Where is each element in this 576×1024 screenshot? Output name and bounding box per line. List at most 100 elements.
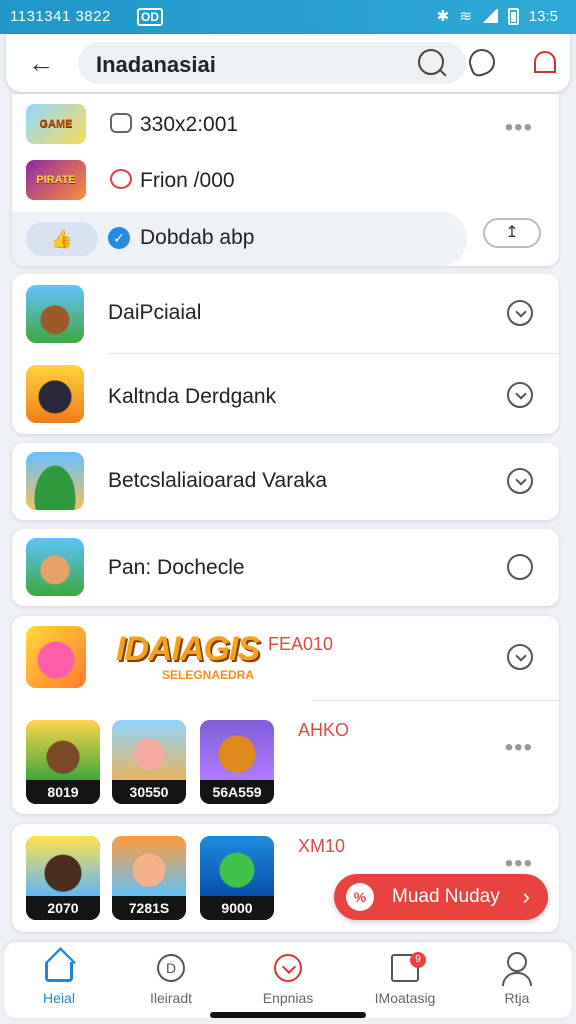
game-tile[interactable]: 9000 (200, 836, 274, 920)
chevron-right-icon: › (522, 884, 530, 909)
user-icon-body (502, 972, 532, 986)
radio-circle-icon[interactable] (507, 554, 533, 580)
cta-label: Muad Nuday (392, 886, 500, 907)
thumbs-up-button[interactable]: 👍 (26, 222, 98, 256)
check-icon: ✓ (108, 227, 130, 249)
status-clock: 13:5 (528, 7, 558, 25)
chevron-down-icon[interactable] (507, 468, 533, 494)
nav-label: Rtja (504, 990, 530, 1006)
battery-icon (507, 7, 519, 25)
user-icon (507, 952, 527, 972)
nav-label: IMoatasig (374, 990, 436, 1006)
action-bar: 👍 ✓ Dobdab abp (12, 212, 467, 266)
signal-icon (481, 9, 498, 23)
featured-price: FEA010 (268, 634, 334, 654)
featured-logo: IDAIAGIS (116, 630, 260, 668)
nav-label: Heial (43, 990, 75, 1006)
nav-item-profile[interactable]: Rtja (462, 942, 572, 1018)
game-title: DaiPciaial (108, 301, 202, 324)
tile-caption: 7281S (112, 896, 186, 920)
discount-icon: % (346, 883, 374, 911)
page-title: Inadanasiai (96, 52, 216, 77)
d-circle-icon: D (157, 954, 185, 982)
cta-button[interactable]: % Muad Nuday › (334, 874, 548, 920)
wifi-icon: ≋ (459, 8, 472, 25)
tile-art (200, 836, 274, 898)
nav-label: Ileiradt (149, 990, 193, 1006)
tile-row-price: XM10 (298, 836, 346, 856)
game-icon (26, 285, 84, 343)
account-row-1[interactable]: GAME 330x2:001 ••• (12, 104, 559, 144)
account-card: GAME 330x2:001 ••• PIRATE Frion /000 👍 ✓… (12, 94, 559, 266)
game-tile[interactable]: 56A559 (200, 720, 274, 804)
chevron-down-icon[interactable] (507, 300, 533, 326)
nav-item-messages[interactable]: 9 IMoatasig (350, 942, 460, 1018)
close-circle-icon (110, 169, 132, 189)
list-item[interactable]: Pan: Dochecle (12, 529, 559, 606)
game-icon (26, 365, 84, 423)
action-label[interactable]: Dobdab abp (140, 226, 254, 250)
divider (312, 700, 559, 701)
nav-item-home[interactable]: Heial (4, 942, 114, 1018)
top-app-bar: ← Inadanasiai (6, 34, 570, 92)
message-badge: 9 (410, 952, 426, 968)
games-card-2: Betcslaliaioarad Varaka (12, 443, 559, 520)
tile-art (112, 720, 186, 782)
bottom-navigation: Heial D Ileiradt Enpnias 9 IMoatasig Rtj… (4, 942, 572, 1018)
game-logo-1: GAME (26, 104, 86, 144)
tag-icon[interactable] (465, 45, 499, 79)
tile-caption: 8019 (26, 780, 100, 804)
list-item[interactable]: Kaltnda Derdgank (12, 354, 559, 436)
account-row-1-text: 330x2:001 (140, 113, 239, 136)
nav-item-3[interactable]: Enpnias (233, 942, 343, 1018)
game-tile[interactable]: 30550 (112, 720, 186, 804)
title-search-field[interactable]: Inadanasiai (78, 42, 466, 84)
game-title: Kaltnda Derdgank (108, 385, 277, 408)
nav-label: Enpnias (262, 990, 314, 1006)
game-tile[interactable]: 8019 (26, 720, 100, 804)
tile-caption: 2070 (26, 896, 100, 920)
chevron-down-icon[interactable] (507, 382, 533, 408)
account-row-2-text: Frion /000 (140, 169, 235, 192)
more-options-icon[interactable]: ••• (505, 114, 533, 142)
game-tile[interactable]: 2070 (26, 836, 100, 920)
list-item[interactable]: DaiPciaial (12, 274, 559, 356)
tile-art (26, 836, 100, 898)
controller-icon (110, 113, 132, 133)
tile-art (112, 836, 186, 898)
tile-caption: 30550 (112, 780, 186, 804)
games-card-3: Pan: Dochecle (12, 529, 559, 606)
tile-art (26, 720, 100, 782)
featured-logo-subtitle: SELEGNAEDRA (162, 668, 255, 682)
nav-item-2[interactable]: D Ileiradt (116, 942, 226, 1018)
game-title: Betcslaliaioarad Varaka (108, 469, 328, 492)
game-icon (26, 538, 84, 596)
featured-game-icon[interactable] (26, 626, 86, 688)
status-time-left: 1131341 3822 (10, 8, 111, 25)
profile-icon[interactable] (534, 51, 556, 73)
status-icons: ✱ ≋ 13:5 (437, 7, 558, 25)
home-icon (45, 962, 73, 982)
tile-row-price: AHKO (298, 720, 350, 740)
list-item[interactable]: Betcslaliaioarad Varaka (12, 443, 559, 520)
tile-caption: 56A559 (200, 780, 274, 804)
bluetooth-icon: ✱ (436, 8, 450, 25)
game-tile[interactable]: 7281S (112, 836, 186, 920)
games-card-1: DaiPciaial Kaltnda Derdgank (12, 274, 559, 434)
status-bar: 1131341 3822 OD ✱ ≋ 13:5 (0, 0, 576, 34)
notification-badge: OD (137, 8, 163, 26)
upload-button[interactable]: ↥ (483, 218, 541, 248)
tile-caption: 9000 (200, 896, 274, 920)
game-icon (26, 452, 84, 510)
game-title: Pan: Dochecle (108, 556, 245, 579)
search-icon[interactable] (418, 49, 444, 75)
game-logo-2: PIRATE (26, 160, 86, 200)
heart-check-icon (274, 954, 302, 982)
account-row-2[interactable]: PIRATE Frion /000 (12, 160, 559, 200)
featured-card: IDAIAGIS SELEGNAEDRA FEA010 8019 30550 5… (12, 616, 559, 814)
back-arrow-icon[interactable]: ← (28, 48, 54, 79)
tile-art (200, 720, 274, 782)
chevron-down-icon[interactable] (507, 644, 533, 670)
more-options-icon[interactable]: ••• (505, 734, 533, 762)
gesture-bar (210, 1012, 366, 1018)
